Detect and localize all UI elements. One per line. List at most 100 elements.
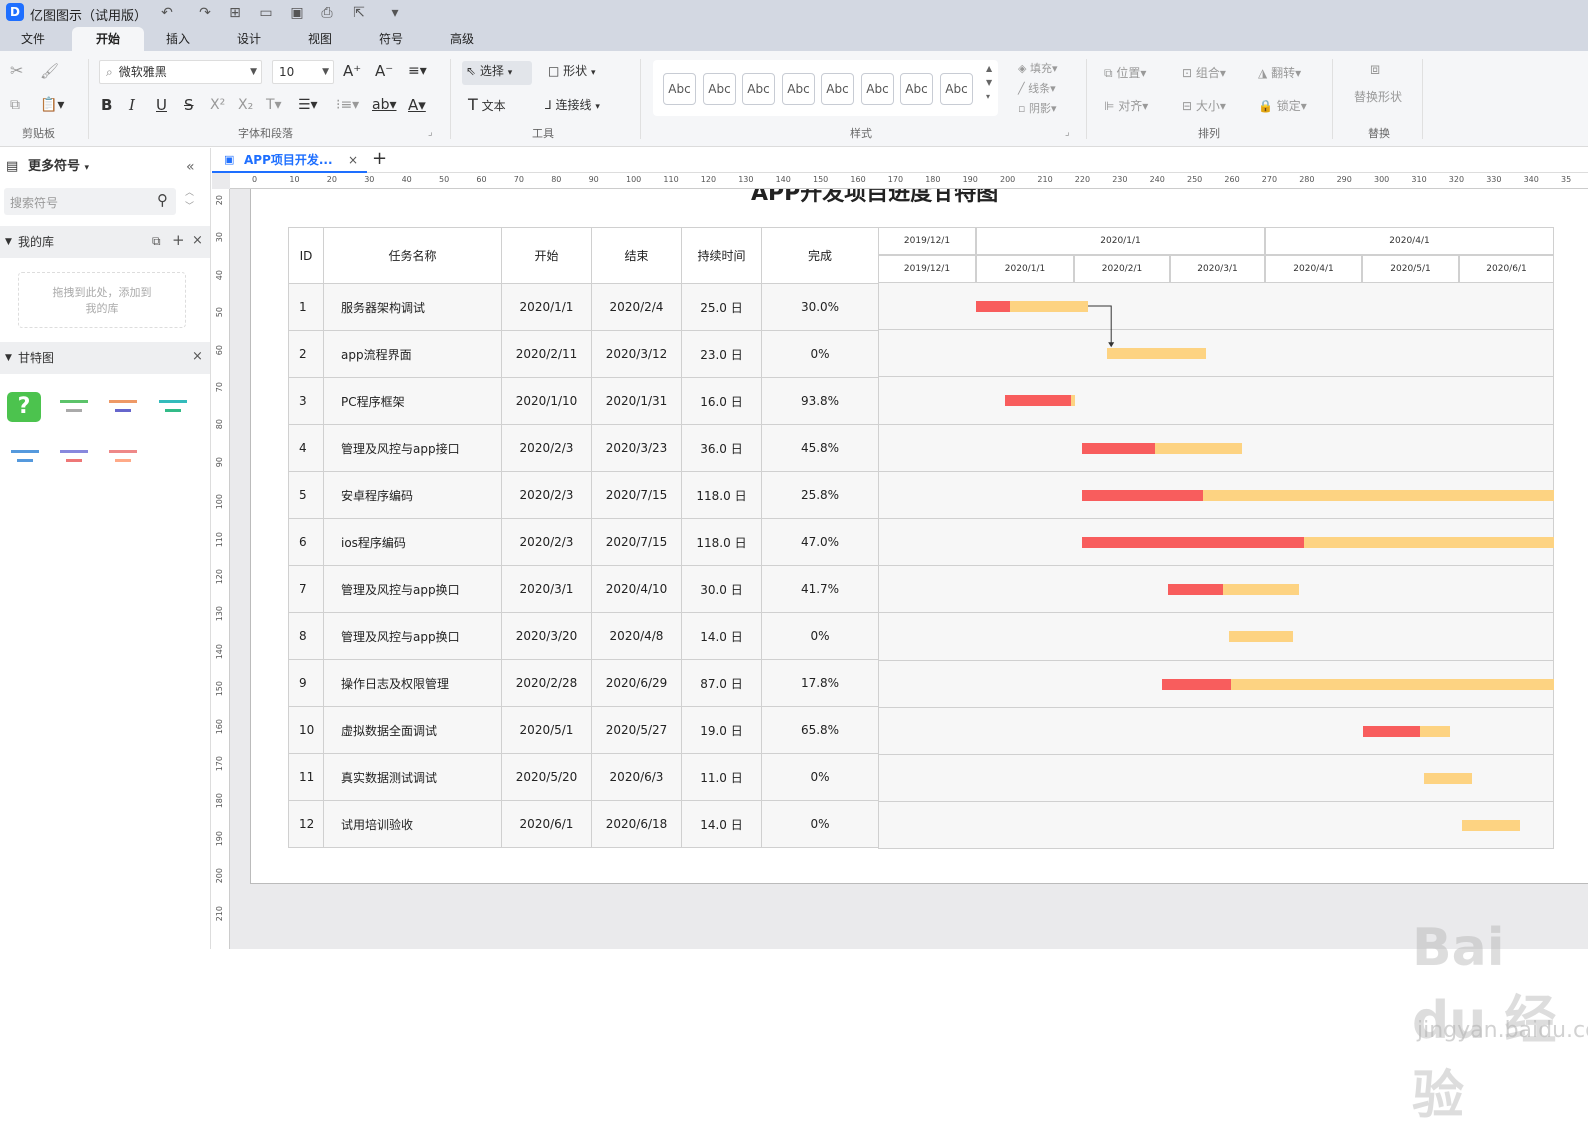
print-icon[interactable]: ⎙ xyxy=(318,4,336,22)
style-swatch[interactable]: Abc xyxy=(900,73,933,105)
font-color-icon[interactable]: A▾ xyxy=(408,95,426,115)
search-scroll-icon[interactable]: ︿ ﹀ xyxy=(185,186,194,214)
search-input[interactable]: 搜索符号 ⚲ xyxy=(4,188,176,215)
style-swatch[interactable]: Abc xyxy=(782,73,815,105)
replace-shape-icon[interactable]: ⧈ xyxy=(1370,59,1380,79)
gantt-task-bar[interactable] xyxy=(1228,631,1293,643)
collapse-panel-icon[interactable]: « xyxy=(186,157,195,177)
table-row[interactable]: 9 操作日志及权限管理 2020/2/28 2020/6/29 87.0 日 17.8% xyxy=(288,659,879,707)
paste-icon[interactable]: 📋▾ xyxy=(40,95,64,115)
scroll-up-icon[interactable]: ▲ ▼ ▾ xyxy=(986,62,992,104)
table-row[interactable]: 2 app流程界面 2020/2/11 2020/3/12 23.0 日 0% xyxy=(288,330,879,378)
gantt-task-bar[interactable] xyxy=(1081,537,1554,548)
style-swatch[interactable]: Abc xyxy=(940,73,973,105)
lock-button[interactable]: 🔒 锁定▾ xyxy=(1258,96,1307,116)
more-symbols-button[interactable]: 更多符号 ▾ xyxy=(28,157,89,178)
redo-icon[interactable]: ↷ xyxy=(196,4,214,22)
my-library-header[interactable]: ▼ 我的库 ⧉ + × xyxy=(0,226,210,258)
import-icon[interactable]: ⧉ xyxy=(152,231,161,251)
table-row[interactable]: 12 试用培训验收 2020/6/1 2020/6/18 14.0 日 0% xyxy=(288,800,879,848)
text-tool-button[interactable]: T 文本 xyxy=(468,95,506,116)
fill-button[interactable]: ◈ 填充▾ xyxy=(1018,59,1058,79)
style-swatch[interactable]: Abc xyxy=(703,73,736,105)
undo-icon[interactable]: ↶ xyxy=(158,4,176,22)
gantt-template-thumb[interactable] xyxy=(56,444,92,472)
bold-icon[interactable]: B xyxy=(101,95,112,115)
add-tab-icon[interactable]: + xyxy=(372,149,387,169)
gantt-section-header[interactable]: ▼ 甘特图 × xyxy=(0,342,210,374)
save-icon[interactable]: ▣ xyxy=(288,4,306,22)
bullet-list-icon[interactable]: ⁝≡▾ xyxy=(336,95,359,115)
table-row[interactable]: 8 管理及风控与app换口 2020/3/20 2020/4/8 14.0 日 0% xyxy=(288,612,879,660)
open-folder-icon[interactable]: ▭ xyxy=(257,4,275,22)
table-row[interactable]: 11 真实数据测试调试 2020/5/20 2020/6/3 11.0 日 0% xyxy=(288,753,879,801)
shadow-button[interactable]: ▫ 阴影▾ xyxy=(1018,99,1057,119)
gantt-task-bar[interactable] xyxy=(1081,442,1242,454)
italic-icon[interactable]: I xyxy=(129,95,135,115)
search-icon[interactable]: ⚲ xyxy=(157,191,168,209)
format-painter-icon[interactable]: 🖌 xyxy=(40,61,59,81)
close-icon[interactable]: × xyxy=(192,231,203,251)
cut-icon[interactable]: ✂ xyxy=(10,61,23,81)
tab-view[interactable]: 视图 xyxy=(286,27,354,51)
gantt-task-bar[interactable] xyxy=(1081,489,1554,501)
font-dialog-launcher-icon[interactable]: ⌟ xyxy=(428,123,433,143)
document-tab[interactable]: ▣ APP项目开发... × xyxy=(212,148,367,173)
connector-tool-button[interactable]: ⅃ 连接线 ▾ xyxy=(545,95,600,117)
table-row[interactable]: 10 虚拟数据全面调试 2020/5/1 2020/5/27 19.0 日 65.8% xyxy=(288,706,879,754)
line-button[interactable]: ╱ 线条▾ xyxy=(1018,79,1056,99)
table-row[interactable]: 3 PC程序框架 2020/1/10 2020/1/31 16.0 日 93.8% xyxy=(288,377,879,425)
paragraph-align-icon[interactable]: ≡▾ xyxy=(408,61,427,81)
font-size-select[interactable]: 10 ▼ xyxy=(272,60,334,84)
help-symbol-icon[interactable]: ? xyxy=(7,392,41,422)
highlight-icon[interactable]: ab▾ xyxy=(372,95,397,115)
close-icon[interactable]: × xyxy=(192,347,203,367)
decrease-font-icon[interactable]: A⁻ xyxy=(375,61,393,81)
table-row[interactable]: 1 服务器架构调试 2020/1/1 2020/2/4 25.0 日 30.0% xyxy=(288,283,879,331)
size-button[interactable]: ⊟ 大小▾ xyxy=(1182,96,1226,116)
font-family-select[interactable]: ⌕ 微软雅黑 ▼ xyxy=(99,60,262,84)
superscript-icon[interactable]: X² xyxy=(210,95,225,115)
table-row[interactable]: 5 安卓程序编码 2020/2/3 2020/7/15 118.0 日 25.8% xyxy=(288,471,879,519)
gantt-task-bar[interactable] xyxy=(1462,820,1520,832)
library-drop-zone[interactable]: 拖拽到此处，添加到我的库 xyxy=(18,272,186,328)
customize-chevron-icon[interactable]: ▾ xyxy=(386,4,404,22)
shape-tool-button[interactable]: □ 形状 ▾ xyxy=(548,61,596,83)
tab-home[interactable]: 开始 xyxy=(72,27,144,51)
tab-symbol[interactable]: 符号 xyxy=(357,27,425,51)
position-button[interactable]: ⧉ 位置▾ xyxy=(1104,63,1146,83)
copy-icon[interactable]: ⧉ xyxy=(10,95,20,115)
line-spacing-icon[interactable]: ☰▾ xyxy=(298,95,318,115)
style-swatch[interactable]: Abc xyxy=(663,73,696,105)
style-swatch[interactable]: Abc xyxy=(742,73,775,105)
tab-insert[interactable]: 插入 xyxy=(144,27,212,51)
tab-file[interactable]: 文件 xyxy=(0,27,66,51)
subscript-icon[interactable]: X₂ xyxy=(238,95,253,115)
style-swatch[interactable]: Abc xyxy=(861,73,894,105)
align-button[interactable]: ⊫ 对齐▾ xyxy=(1104,96,1148,116)
gantt-table[interactable]: ID 任务名称 开始 结束 持续时间 完成 1 服务器架构调试 2020/1/1 20… xyxy=(288,227,879,848)
style-dialog-launcher-icon[interactable]: ⌟ xyxy=(1065,123,1070,143)
gantt-template-thumb[interactable] xyxy=(7,444,43,472)
style-swatch[interactable]: Abc xyxy=(821,73,854,105)
gantt-task-bar[interactable] xyxy=(1424,773,1472,784)
gantt-task-bar[interactable] xyxy=(1363,725,1450,737)
gantt-template-thumb[interactable] xyxy=(105,444,141,472)
table-row[interactable]: 4 管理及风控与app接口 2020/2/3 2020/3/23 36.0 日 45.8% xyxy=(288,424,879,472)
strikethrough-icon[interactable]: S xyxy=(184,95,194,115)
flip-button[interactable]: ◮ 翻转▾ xyxy=(1258,63,1301,83)
export-icon[interactable]: ⇱ xyxy=(350,4,368,22)
close-icon[interactable]: × xyxy=(348,150,358,170)
tab-design[interactable]: 设计 xyxy=(215,27,283,51)
new-file-icon[interactable]: ⊞ xyxy=(226,4,244,22)
gantt-task-bar[interactable] xyxy=(1161,678,1554,690)
gantt-template-thumb[interactable] xyxy=(105,394,141,422)
select-tool-button[interactable]: ⇖ 选择 ▾ xyxy=(462,61,532,85)
text-case-icon[interactable]: T▾ xyxy=(266,95,282,115)
tab-advanced[interactable]: 高级 xyxy=(428,27,496,51)
gantt-template-thumb[interactable] xyxy=(56,394,92,422)
group-button[interactable]: ⊡ 组合▾ xyxy=(1182,63,1226,83)
underline-icon[interactable]: U xyxy=(156,95,167,115)
table-row[interactable]: 7 管理及风控与app换口 2020/3/1 2020/4/10 30.0 日 41.7% xyxy=(288,565,879,613)
table-row[interactable]: 6 ios程序编码 2020/2/3 2020/7/15 118.0 日 47.0% xyxy=(288,518,879,566)
